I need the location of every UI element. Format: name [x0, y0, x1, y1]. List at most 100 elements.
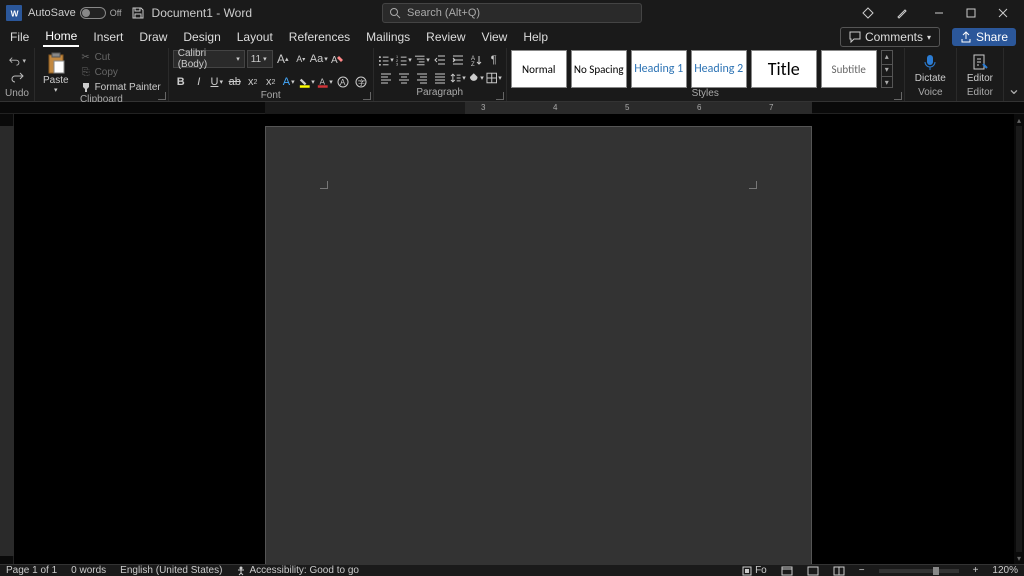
multilevel-list-button[interactable]: ▾ — [414, 52, 430, 68]
read-mode-view-button[interactable] — [807, 566, 819, 576]
numbering-button[interactable]: 123▾ — [396, 52, 412, 68]
font-name-dropdown[interactable]: Calibri (Body)▾ — [173, 50, 245, 68]
zoom-level[interactable]: 120% — [992, 565, 1018, 576]
ruler-tick: 6 — [697, 103, 701, 112]
close-button[interactable] — [988, 3, 1018, 23]
comments-button[interactable]: Comments ▾ — [840, 27, 940, 47]
undo-button[interactable]: ▾ — [8, 54, 26, 68]
enclose-characters-button[interactable]: 字 — [353, 74, 369, 90]
increase-font-button[interactable]: A▴ — [275, 51, 291, 67]
change-case-button[interactable]: Aa▾ — [311, 51, 327, 67]
cut-button[interactable]: ✂Cut — [77, 50, 164, 64]
align-right-button[interactable] — [414, 70, 430, 86]
italic-button[interactable]: I — [191, 74, 207, 90]
paste-button[interactable]: Paste ▾ — [39, 51, 73, 94]
copy-icon: ⎘ — [80, 66, 92, 78]
increase-indent-button[interactable] — [450, 52, 466, 68]
justify-button[interactable] — [432, 70, 448, 86]
subscript-button[interactable]: x2 — [245, 74, 261, 90]
ribbon-collapse-button[interactable]: ⌄ — [1004, 48, 1024, 101]
underline-button[interactable]: U▾ — [209, 74, 225, 90]
tab-design[interactable]: Design — [181, 28, 222, 46]
minimize-button[interactable] — [924, 3, 954, 23]
paragraph-dialog-launcher[interactable] — [496, 92, 504, 100]
format-painter-button[interactable]: Format Painter — [77, 80, 164, 94]
share-label: Share — [976, 30, 1008, 44]
show-hide-marks-button[interactable]: ¶ — [486, 52, 502, 68]
web-layout-view-button[interactable] — [833, 566, 845, 576]
tab-mailings[interactable]: Mailings — [364, 28, 412, 46]
zoom-in-button[interactable]: + — [973, 565, 979, 576]
tab-draw[interactable]: Draw — [137, 28, 169, 46]
language-status[interactable]: English (United States) — [120, 565, 222, 576]
horizontal-ruler[interactable]: 1 2 3 4 5 6 7 — [0, 102, 1024, 114]
character-shading-button[interactable]: A — [335, 74, 351, 90]
style-heading1[interactable]: Heading 1 — [631, 50, 687, 88]
share-button[interactable]: Share — [952, 28, 1016, 46]
align-left-button[interactable] — [378, 70, 394, 86]
tab-insert[interactable]: Insert — [91, 28, 125, 46]
redo-button[interactable] — [8, 70, 26, 84]
font-size-dropdown[interactable]: 11▾ — [247, 50, 273, 68]
tab-review[interactable]: Review — [424, 28, 467, 46]
styles-more-button[interactable]: ▴▾▾ — [881, 50, 893, 88]
accessibility-status[interactable]: Accessibility: Good to go — [236, 565, 359, 576]
vertical-ruler[interactable] — [0, 114, 14, 564]
page-area[interactable] — [14, 114, 1014, 564]
scroll-down-button[interactable]: ▾ — [1014, 552, 1024, 564]
ruler-tick: 2 — [409, 103, 413, 112]
clipboard-dialog-launcher[interactable] — [158, 92, 166, 100]
bullets-button[interactable]: ▾ — [378, 52, 394, 68]
highlight-button[interactable]: ▾ — [299, 74, 315, 90]
status-bar: Page 1 of 1 0 words English (United Stat… — [0, 564, 1024, 576]
zoom-slider[interactable] — [879, 569, 959, 573]
pen-icon[interactable] — [894, 5, 910, 21]
style-no-spacing[interactable]: No Spacing — [571, 50, 627, 88]
ribbon: ▾ Undo Paste ▾ ✂Cut ⎘Copy Format Painter… — [0, 48, 1024, 102]
tab-file[interactable]: File — [8, 28, 31, 46]
style-title[interactable]: Title — [751, 50, 817, 88]
tab-references[interactable]: References — [287, 28, 352, 46]
text-effects-button[interactable]: A▾ — [281, 74, 297, 90]
style-normal[interactable]: Normal — [511, 50, 567, 88]
bold-button[interactable]: B — [173, 74, 189, 90]
decrease-font-button[interactable]: A▾ — [293, 51, 309, 67]
sort-button[interactable]: AZ — [468, 52, 484, 68]
font-dialog-launcher[interactable] — [363, 92, 371, 100]
dictate-button[interactable]: Dictate — [909, 51, 952, 86]
clear-formatting-button[interactable]: A — [329, 51, 345, 67]
autosave-toggle[interactable]: AutoSave Off — [28, 7, 122, 19]
align-center-button[interactable] — [396, 70, 412, 86]
font-color-button[interactable]: A▾ — [317, 74, 333, 90]
maximize-button[interactable] — [956, 3, 986, 23]
document-page[interactable] — [265, 126, 812, 564]
decrease-indent-button[interactable] — [432, 52, 448, 68]
borders-button[interactable]: ▾ — [486, 70, 502, 86]
superscript-button[interactable]: x2 — [263, 74, 279, 90]
tab-view[interactable]: View — [480, 28, 510, 46]
tab-layout[interactable]: Layout — [235, 28, 275, 46]
tab-help[interactable]: Help — [521, 28, 550, 46]
editor-button[interactable]: Editor — [961, 51, 999, 86]
style-heading2[interactable]: Heading 2 — [691, 50, 747, 88]
focus-mode-button[interactable]: Fo — [742, 565, 767, 576]
strikethrough-button[interactable]: ab — [227, 74, 243, 90]
tab-home[interactable]: Home — [43, 27, 79, 47]
zoom-out-button[interactable]: − — [859, 565, 865, 576]
scroll-up-button[interactable]: ▴ — [1014, 114, 1024, 126]
word-count[interactable]: 0 words — [71, 565, 106, 576]
styles-dialog-launcher[interactable] — [894, 92, 902, 100]
search-input[interactable]: Search (Alt+Q) — [382, 3, 642, 23]
ruler-tick: 7 — [769, 103, 773, 112]
shading-button[interactable]: ▾ — [468, 70, 484, 86]
diamond-icon[interactable] — [860, 5, 876, 21]
vertical-scrollbar[interactable]: ▴ ▾ — [1014, 114, 1024, 564]
scroll-track[interactable] — [1016, 126, 1022, 552]
save-icon[interactable] — [130, 5, 146, 21]
copy-button[interactable]: ⎘Copy — [77, 65, 164, 79]
line-spacing-button[interactable]: ▾ — [450, 70, 466, 86]
style-subtitle[interactable]: Subtitle — [821, 50, 877, 88]
toggle-switch-icon — [80, 7, 106, 19]
page-count[interactable]: Page 1 of 1 — [6, 565, 57, 576]
print-layout-view-button[interactable] — [781, 566, 793, 576]
